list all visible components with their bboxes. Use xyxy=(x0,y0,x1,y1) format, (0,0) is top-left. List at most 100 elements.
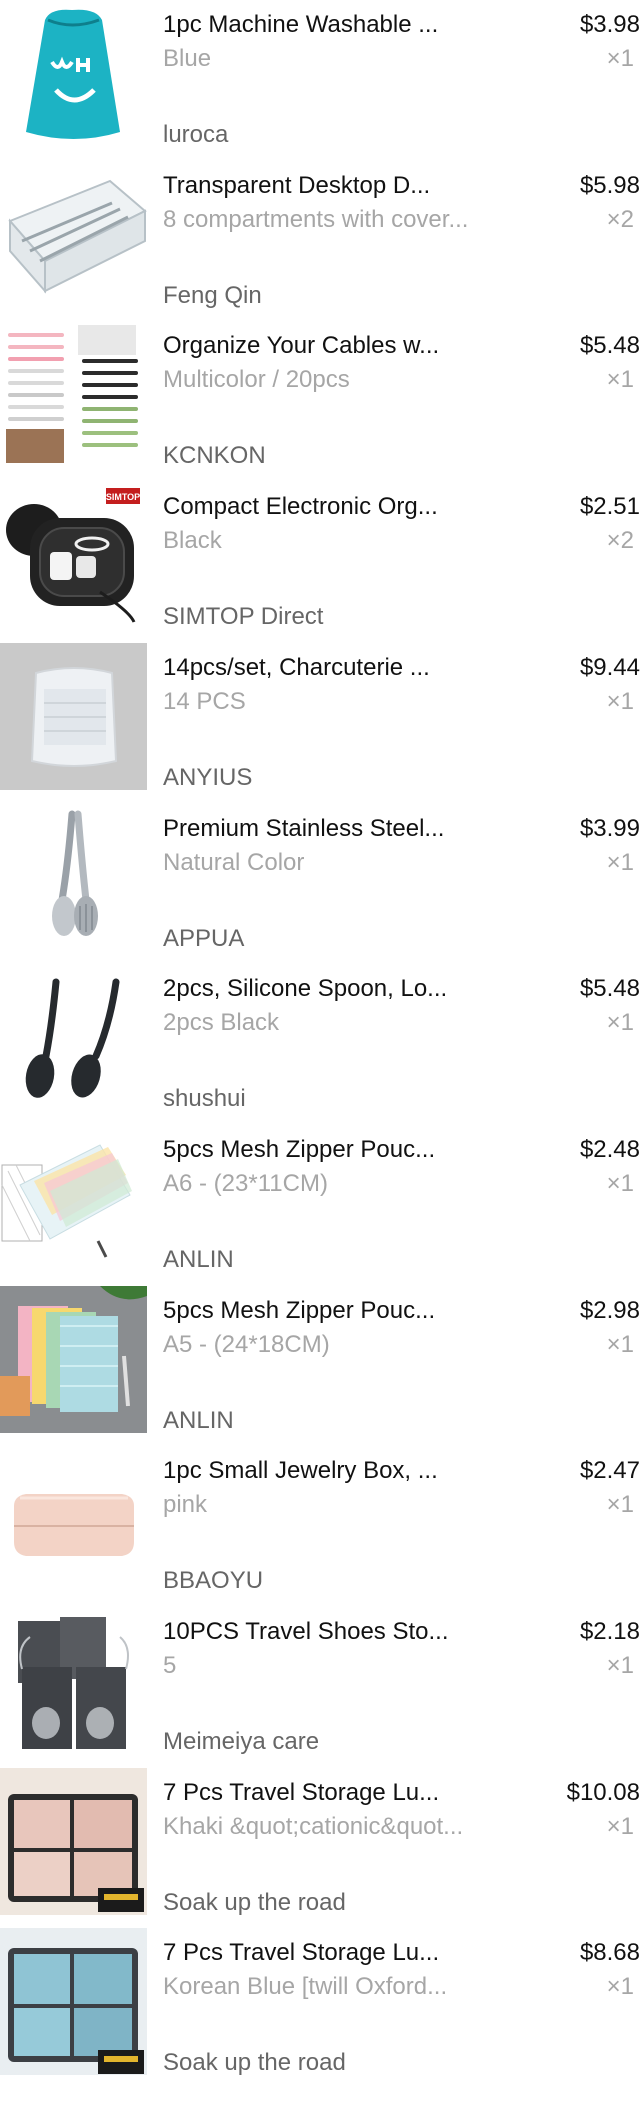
product-variant: Black xyxy=(163,527,222,554)
cable-ties-image xyxy=(0,321,147,468)
store-name[interactable]: Soak up the road xyxy=(163,1886,533,1920)
item-quantity: ×1 xyxy=(606,849,634,876)
cart-item[interactable]: 14pcs/set, Charcuterie ... 14 PCS ANYIUS… xyxy=(0,643,644,804)
store-name[interactable]: Meimeiya care xyxy=(163,1725,533,1759)
product-variant: 5 xyxy=(163,1652,177,1679)
item-quantity: ×1 xyxy=(606,1973,634,2000)
cart-item[interactable]: Premium Stainless Steel... Natural Color… xyxy=(0,804,644,965)
store-name[interactable]: SIMTOP Direct xyxy=(163,600,533,634)
item-price: $3.98 xyxy=(579,11,640,38)
item-quantity: ×1 xyxy=(606,1331,634,1358)
product-thumbnail[interactable] xyxy=(0,1125,147,1272)
product-thumbnail[interactable] xyxy=(0,0,147,147)
item-quantity: ×1 xyxy=(606,1170,634,1197)
cart-item[interactable]: Transparent Desktop D... 8 compartments … xyxy=(0,161,644,322)
item-price: $5.98 xyxy=(579,172,640,199)
product-variant: 8 compartments with cover... xyxy=(163,206,469,233)
cart-item[interactable]: 7 Pcs Travel Storage Lu... Korean Blue [… xyxy=(0,1928,644,2089)
product-thumbnail[interactable] xyxy=(0,1928,147,2075)
cart-item[interactable]: 1pc Small Jewelry Box, ... pink BBAOYU $… xyxy=(0,1446,644,1607)
product-thumbnail[interactable] xyxy=(0,964,147,1111)
product-title[interactable]: Organize Your Cables w... xyxy=(163,329,543,363)
product-title[interactable]: 10PCS Travel Shoes Sto... xyxy=(163,1615,543,1649)
cart-item[interactable]: 7 Pcs Travel Storage Lu... Khaki &quot;c… xyxy=(0,1768,644,1929)
clear-organizer-box-image xyxy=(0,161,147,308)
product-title[interactable]: 5pcs Mesh Zipper Pouc... xyxy=(163,1133,543,1167)
item-price: $10.08 xyxy=(566,1779,640,1806)
charcuterie-pack-image xyxy=(0,643,147,790)
product-variant: 2pcs Black xyxy=(163,1009,280,1036)
mesh-pouches-small-image xyxy=(0,1125,147,1272)
cart-item[interactable]: 2pcs, Silicone Spoon, Lo... 2pcs Black s… xyxy=(0,964,644,1125)
product-title[interactable]: Premium Stainless Steel... xyxy=(163,812,543,846)
product-variant: Khaki &quot;cationic&quot... xyxy=(163,1813,464,1840)
product-title[interactable]: Compact Electronic Org... xyxy=(163,490,543,524)
item-quantity: ×1 xyxy=(606,1813,634,1840)
cart-item[interactable]: 5pcs Mesh Zipper Pouc... A6 - (23*11CM) … xyxy=(0,1125,644,1286)
item-price: $9.44 xyxy=(579,654,640,681)
store-name[interactable]: shushui xyxy=(163,1082,533,1116)
cart-item[interactable]: 1pc Machine Washable ... Blue luroca $3.… xyxy=(0,0,644,161)
product-title[interactable]: 7 Pcs Travel Storage Lu... xyxy=(163,1936,543,1970)
shoe-bags-image xyxy=(0,1607,147,1754)
item-quantity: ×1 xyxy=(606,45,634,72)
product-thumbnail[interactable] xyxy=(0,1446,147,1593)
product-thumbnail[interactable] xyxy=(0,643,147,790)
svg-text:SIMTOP: SIMTOP xyxy=(106,492,140,502)
packing-cubes-khaki-image xyxy=(0,1768,147,1915)
store-name[interactable]: ANLIN xyxy=(163,1404,533,1438)
product-variant: Multicolor / 20pcs xyxy=(163,366,350,393)
jewelry-box-image xyxy=(0,1446,147,1593)
item-price: $5.48 xyxy=(579,332,640,359)
store-name[interactable]: BBAOYU xyxy=(163,1564,533,1598)
product-variant: 14 PCS xyxy=(163,688,246,715)
product-title[interactable]: 5pcs Mesh Zipper Pouc... xyxy=(163,1294,543,1328)
store-name[interactable]: Soak up the road xyxy=(163,2046,533,2080)
store-name[interactable]: ANLIN xyxy=(163,1243,533,1277)
product-thumbnail[interactable] xyxy=(0,161,147,308)
product-title[interactable]: 14pcs/set, Charcuterie ... xyxy=(163,651,543,685)
item-quantity: ×1 xyxy=(606,1491,634,1518)
product-variant: pink xyxy=(163,1491,208,1518)
item-price: $2.47 xyxy=(579,1457,640,1484)
item-price: $2.51 xyxy=(579,493,640,520)
electronics-case-image: SIMTOP xyxy=(0,482,147,629)
store-name[interactable]: APPUA xyxy=(163,922,533,956)
cart-item[interactable]: SIMTOP Compact Electronic Org... Black S… xyxy=(0,482,644,643)
store-name[interactable]: KCNKON xyxy=(163,439,533,473)
product-variant: Natural Color xyxy=(163,849,305,876)
product-title[interactable]: 2pcs, Silicone Spoon, Lo... xyxy=(163,972,543,1006)
product-title[interactable]: 7 Pcs Travel Storage Lu... xyxy=(163,1776,543,1810)
product-thumbnail[interactable] xyxy=(0,1607,147,1754)
item-price: $5.48 xyxy=(579,975,640,1002)
product-thumbnail[interactable] xyxy=(0,1286,147,1433)
item-quantity: ×1 xyxy=(606,688,634,715)
packing-cubes-blue-image xyxy=(0,1928,147,2075)
item-price: $2.48 xyxy=(579,1136,640,1163)
item-quantity: ×1 xyxy=(606,1009,634,1036)
store-name[interactable]: luroca xyxy=(163,118,533,152)
product-thumbnail[interactable] xyxy=(0,804,147,951)
store-name[interactable]: ANYIUS xyxy=(163,761,533,795)
product-thumbnail[interactable] xyxy=(0,1768,147,1915)
cart-item[interactable]: 10PCS Travel Shoes Sto... 5 Meimeiya car… xyxy=(0,1607,644,1768)
laundry-bag-image xyxy=(0,0,147,147)
item-quantity: ×1 xyxy=(606,1652,634,1679)
cart-item[interactable]: Organize Your Cables w... Multicolor / 2… xyxy=(0,321,644,482)
product-title[interactable]: Transparent Desktop D... xyxy=(163,169,543,203)
item-quantity: ×2 xyxy=(606,527,634,554)
product-variant: A5 - (24*18CM) xyxy=(163,1331,330,1358)
store-name[interactable]: Feng Qin xyxy=(163,279,533,313)
item-price: $2.98 xyxy=(579,1297,640,1324)
product-thumbnail[interactable]: SIMTOP xyxy=(0,482,147,629)
cart-item[interactable]: 5pcs Mesh Zipper Pouc... A5 - (24*18CM) … xyxy=(0,1286,644,1447)
product-title[interactable]: 1pc Small Jewelry Box, ... xyxy=(163,1454,543,1488)
product-thumbnail[interactable] xyxy=(0,321,147,468)
item-quantity: ×2 xyxy=(606,206,634,233)
steel-tongs-image xyxy=(0,804,147,951)
mesh-pouches-large-image xyxy=(0,1286,147,1433)
product-title[interactable]: 1pc Machine Washable ... xyxy=(163,8,543,42)
item-price: $2.18 xyxy=(579,1618,640,1645)
product-variant: Korean Blue [twill Oxford... xyxy=(163,1973,448,2000)
product-variant: A6 - (23*11CM) xyxy=(163,1170,328,1197)
